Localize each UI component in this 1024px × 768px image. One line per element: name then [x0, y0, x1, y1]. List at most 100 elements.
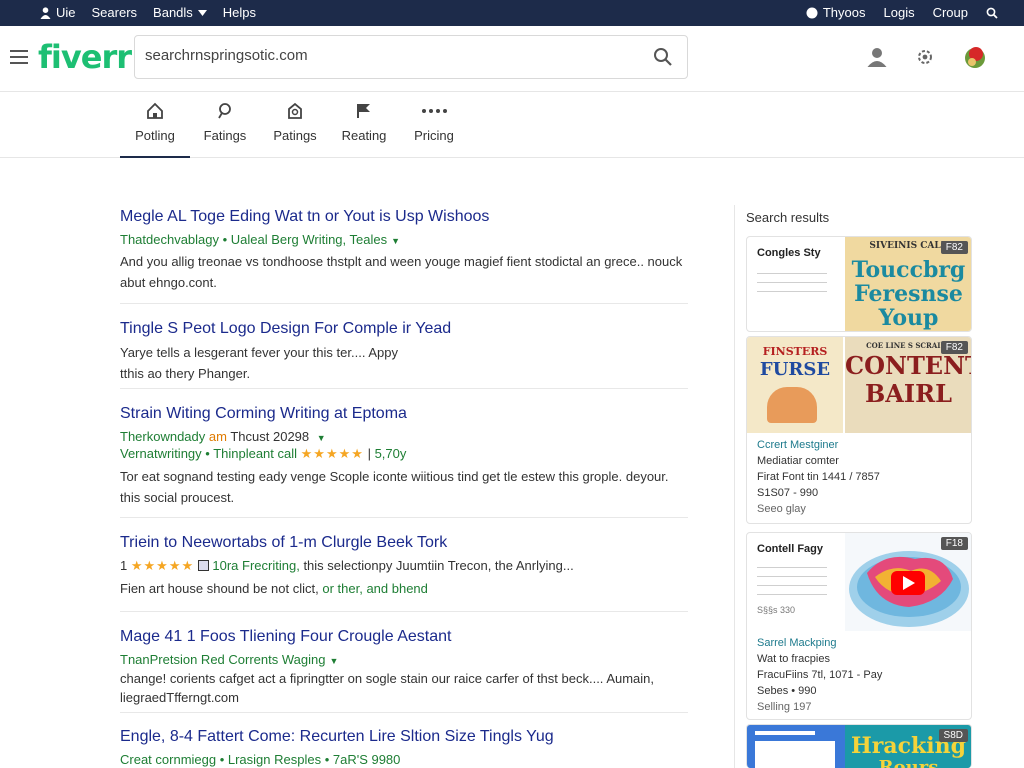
price-badge: F18 — [940, 537, 968, 550]
tab-fatings[interactable]: Fatings — [190, 102, 260, 143]
result-meta-2: Vernatwritingy • Thinpleant call ★★★★★ |… — [120, 446, 407, 461]
search-icon[interactable] — [653, 47, 673, 67]
gig-card[interactable]: Hracking Rours S8D — [746, 724, 972, 768]
thumb-text: BAIRL — [865, 379, 952, 408]
result-meta-b: am — [208, 429, 227, 444]
top-bar: Uie Searers Bandls Helps Thyoos Logis Cr… — [0, 0, 1024, 26]
result-item: Tingle S Peot Logo Design For Comple ir … — [120, 320, 688, 384]
result-item: Strain Witing Corming Writing at Eptoma … — [120, 405, 688, 508]
avatar[interactable] — [962, 44, 988, 70]
top-menu-bandls[interactable]: Bandls — [153, 5, 207, 20]
result-item: Engle, 8-4 Fattert Come: Recurten Lire S… — [120, 728, 688, 767]
tab-pricing[interactable]: Pricing — [399, 102, 469, 143]
result-desc: change! corients cafget act a fipringtte… — [120, 671, 655, 705]
gig-thumbnail: SIVEINIS CALE Touccbrg Feresnse Youp F82 — [845, 237, 971, 331]
card-line: Sebes • 990 — [757, 685, 817, 697]
top-menu-helps[interactable]: Helps — [223, 5, 256, 20]
column-divider — [734, 205, 735, 768]
card-link[interactable]: Ccrert Mestginer — [757, 437, 880, 453]
search-input[interactable] — [145, 47, 625, 64]
tab-reating[interactable]: Reating — [329, 102, 399, 143]
menu-icon[interactable] — [10, 50, 28, 64]
gig-card[interactable]: FINSTERS FURSE COE LINE S SCRAISE CONTEN… — [746, 336, 972, 524]
result-title[interactable]: Strain Witing Corming Writing at Eptoma — [120, 405, 688, 423]
gig-card[interactable]: Contell Fagy S§§s 330 F18 Sarrel Mackpin… — [746, 532, 972, 720]
card-more[interactable]: Seeo glay — [757, 501, 880, 517]
top-menu-thyoos[interactable]: Thyoos — [806, 5, 866, 20]
card-label: Contell Fagy — [757, 543, 824, 555]
search-bar — [134, 35, 688, 79]
result-meta-text: Thatdechvablagy • Ualeal Berg Writing, T… — [120, 232, 388, 247]
card-line: Mediatiar comter — [757, 455, 839, 467]
thumb-text: FINSTERS — [762, 345, 828, 358]
star-rating: ★★★★★ — [300, 446, 364, 461]
user-icon[interactable] — [866, 46, 888, 68]
placeholder-lines — [757, 273, 827, 300]
tab-potling[interactable]: Potling — [120, 102, 190, 158]
gig-card[interactable]: Congles Sty SIVEINIS CALE Touccbrg Feres… — [746, 236, 972, 332]
result-desc: And you allig treonae vs tondhoose thstp… — [120, 254, 683, 290]
result-title[interactable]: Tingle S Peot Logo Design For Comple ir … — [120, 320, 688, 338]
thumb-text: Touccbrg — [851, 257, 966, 283]
top-menu-logis[interactable]: Logis — [884, 5, 915, 20]
result-meta: 1 ★★★★★ 10ra Frecriting, this selectionp… — [120, 558, 688, 574]
card-link[interactable]: Sarrel Mackping — [757, 635, 882, 651]
gig-thumbnail-left — [747, 725, 845, 768]
card-more[interactable]: Selling 197 — [757, 699, 882, 715]
result-title[interactable]: Mage 41 1 Foos Tliening Four Crougle Aes… — [120, 628, 688, 646]
rating-value: 5,70y — [374, 446, 407, 461]
caret-down-icon: ▼ — [316, 433, 326, 443]
thumb-text: FURSE — [759, 359, 831, 380]
card-price: S§§s 330 — [757, 605, 796, 615]
top-menu-label: Uie — [56, 5, 76, 20]
nav-tabs: Potling Fatings Patings Reating Pricing — [0, 92, 1024, 158]
gig-thumbnail-left: FINSTERS FURSE — [747, 337, 843, 433]
search-icon — [218, 103, 231, 119]
top-bar-right: Thyoos Logis Croup — [806, 5, 998, 20]
caret-down-icon — [197, 9, 207, 16]
result-item: Mage 41 1 Foos Tliening Four Crougle Aes… — [120, 628, 688, 707]
tab-label: Patings — [273, 128, 317, 143]
result-meta: Creat cornmiegg • Lrasign Resples • 7aR'… — [120, 752, 401, 767]
gig-thumbnail-right: Hracking Rours S8D — [845, 725, 971, 768]
bag-icon — [288, 102, 302, 119]
result-desc-a: Fien art house shound be not clict, — [120, 581, 319, 596]
result-divider — [120, 517, 688, 518]
top-menu-uie[interactable]: Uie — [40, 5, 76, 20]
result-meta-a: Therkowndady — [120, 429, 206, 444]
result-meta[interactable]: Thatdechvablagy • Ualeal Berg Writing, T… — [120, 232, 688, 247]
result-desc: Tor eat sognand testing eady venge Scopl… — [120, 469, 669, 505]
result-meta[interactable]: TnanPretsion Red Corrents Waging ▼ — [120, 652, 688, 667]
card-line: S1S07 - 990 — [757, 487, 819, 499]
top-menu-searers[interactable]: Searers — [92, 5, 138, 20]
tab-label: Pricing — [414, 128, 454, 143]
tab-label: Potling — [135, 128, 175, 143]
flag-icon — [357, 104, 370, 118]
card-meta: Ccrert Mestginer Mediatiar comter Firat … — [757, 437, 880, 517]
search-icon[interactable] — [986, 7, 998, 19]
result-title[interactable]: Engle, 8-4 Fattert Come: Recurten Lire S… — [120, 728, 688, 746]
placeholder-panel — [755, 741, 835, 768]
result-title[interactable]: Megle AL Toge Eding Wat tn or Yout is Us… — [120, 208, 688, 226]
caret-down-icon: ▼ — [391, 236, 401, 246]
settings-icon[interactable] — [914, 46, 936, 68]
card-line: Wat to fracpies — [757, 653, 830, 665]
result-meta-text: TnanPretsion Red Corrents Waging — [120, 652, 326, 667]
header: fiverr — [0, 26, 1024, 92]
card-line: FracuFiins 7tl, 1071 - Pay — [757, 669, 883, 681]
tab-patings[interactable]: Patings — [260, 102, 330, 143]
tab-label: Reating — [341, 128, 387, 143]
result-meta-green: 10ra Frecriting, — [212, 558, 300, 573]
result-desc-b: or ther, and bhend — [322, 581, 428, 596]
result-meta-num: 1 — [120, 558, 128, 573]
result-divider — [120, 611, 688, 612]
top-menu-croup[interactable]: Croup — [933, 5, 968, 20]
more-icon — [422, 109, 447, 113]
result-meta: Therkowndady am Thcust 20298 ▼ — [120, 429, 688, 444]
result-desc: Yarye tells a lesgerant fever your this … — [120, 345, 398, 381]
gig-thumbnail-right: COE LINE S SCRAISE CONTENT BAIRL F82 — [845, 337, 971, 433]
top-menu-label: Thyoos — [822, 5, 866, 20]
result-title[interactable]: Triein to Neewortabs of 1-m Clurgle Beek… — [120, 534, 688, 552]
fiverr-logo[interactable]: fiverr — [38, 38, 132, 76]
result-divider — [120, 303, 688, 304]
